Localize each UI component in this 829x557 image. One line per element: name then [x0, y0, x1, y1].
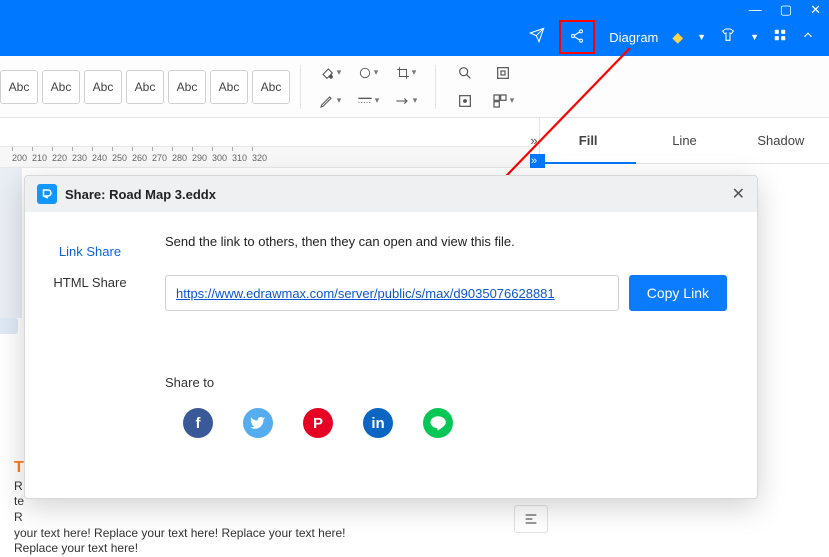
theme-swatch[interactable]: Abc — [168, 70, 206, 104]
theme-swatch[interactable]: Abc — [42, 70, 80, 104]
theme-swatch[interactable]: Abc — [84, 70, 122, 104]
title-toolbar: Diagram ◆ ▼ ▼ — [529, 20, 815, 54]
paint-tools-group: ▾ ▾ ▾ ▾ ▾ ▾ — [311, 59, 425, 115]
dialog-main: Send the link to others, then they can o… — [155, 212, 757, 498]
canvas-left-shade — [0, 168, 22, 318]
copy-link-button[interactable]: Copy Link — [629, 275, 727, 311]
share-dialog: Share: Road Map 3.eddx ✕ Link Share HTML… — [24, 175, 758, 499]
tab-fill[interactable]: Fill — [540, 118, 636, 164]
ruler-tick: 320 — [252, 147, 272, 163]
diagram-label[interactable]: Diagram — [609, 30, 658, 45]
tab-line[interactable]: Line — [636, 118, 732, 164]
line-style-icon[interactable]: ▾ — [355, 89, 381, 113]
ruler-tick: 220 — [52, 147, 72, 163]
frame-icon[interactable] — [452, 89, 478, 113]
app-icon — [37, 184, 57, 204]
ruler-tick: 250 — [112, 147, 132, 163]
send-icon[interactable] — [529, 27, 545, 47]
style-theme-group: Abc Abc Abc Abc Abc Abc Abc — [0, 70, 290, 104]
theme-swatch[interactable]: Abc — [252, 70, 290, 104]
fill-bucket-icon[interactable]: ▾ — [317, 61, 343, 85]
sample-line: te — [14, 494, 24, 508]
ruler-tick: 300 — [212, 147, 232, 163]
canvas-edge-tab[interactable] — [0, 318, 18, 334]
ruler-tick: 290 — [192, 147, 212, 163]
minimize-button[interactable]: — — [749, 2, 762, 18]
share-to-label: Share to — [165, 375, 727, 390]
layout-grid-icon[interactable]: ▾ — [490, 89, 516, 113]
theme-swatch[interactable]: Abc — [210, 70, 248, 104]
social-row: f P in — [165, 408, 727, 438]
sample-line: R — [14, 479, 23, 493]
pen-tool-icon[interactable]: ▾ — [317, 89, 343, 113]
sample-line: R — [14, 510, 23, 524]
tshirt-dropdown-icon[interactable]: ▼ — [750, 32, 759, 42]
separator — [435, 65, 436, 109]
focus-rect-icon[interactable] — [490, 61, 516, 85]
orange-heading: T — [14, 459, 24, 476]
ruler-tick: 230 — [72, 147, 92, 163]
search-icon[interactable] — [452, 61, 478, 85]
dialog-titlebar: Share: Road Map 3.eddx ✕ — [25, 176, 757, 212]
ruler-tick: 240 — [92, 147, 112, 163]
instruction-text: Send the link to others, then they can o… — [165, 234, 727, 249]
tab-shadow[interactable]: Shadow — [733, 118, 829, 164]
premium-icon[interactable]: ◆ — [672, 29, 683, 46]
twitter-icon[interactable] — [243, 408, 273, 438]
maximize-button[interactable]: ▢ — [780, 2, 792, 18]
sidebar-item-html-share[interactable]: HTML Share — [35, 267, 145, 298]
view-tools-group: ▾ — [446, 59, 522, 115]
crop-tool-icon[interactable]: ▾ — [393, 61, 419, 85]
dialog-title: Share: Road Map 3.eddx — [65, 187, 216, 202]
ruler-tick: 270 — [152, 147, 172, 163]
theme-swatch[interactable]: Abc — [126, 70, 164, 104]
share-icon[interactable] — [559, 20, 595, 54]
diagram-dropdown-icon[interactable]: ▼ — [697, 32, 706, 42]
dock-align-icon[interactable] — [514, 505, 548, 533]
ruler-tick: 210 — [32, 147, 52, 163]
chevron-right-icon[interactable]: » — [530, 133, 537, 148]
close-window-button[interactable]: ✕ — [810, 2, 821, 18]
ruler-tick: 280 — [172, 147, 192, 163]
facebook-icon[interactable]: f — [183, 408, 213, 438]
horizontal-ruler: 200 210 220 230 240 250 260 270 280 290 … — [0, 146, 530, 168]
ruler-tick: 310 — [232, 147, 252, 163]
share-link-input[interactable] — [165, 275, 619, 311]
line-icon[interactable] — [423, 408, 453, 438]
chevron-up-icon[interactable] — [801, 28, 815, 46]
dialog-sidebar: Link Share HTML Share — [25, 212, 155, 498]
properties-tabs: Fill Line Shadow — [539, 118, 829, 164]
apps-grid-icon[interactable] — [773, 28, 787, 46]
arrow-style-icon[interactable]: ▾ — [393, 89, 419, 113]
sidebar-item-link-share[interactable]: Link Share — [35, 236, 145, 267]
sample-paragraph: your text here! Replace your text here! … — [14, 526, 346, 556]
pinterest-icon[interactable]: P — [303, 408, 333, 438]
ruler-tick: 260 — [132, 147, 152, 163]
separator — [300, 65, 301, 109]
ruler-tick: 200 — [12, 147, 32, 163]
dialog-close-button[interactable]: ✕ — [732, 184, 745, 204]
window-controls: — ▢ ✕ — [749, 2, 821, 18]
linkedin-icon[interactable]: in — [363, 408, 393, 438]
title-bar: — ▢ ✕ Diagram ◆ ▼ ▼ — [0, 0, 829, 56]
tshirt-icon[interactable] — [720, 27, 736, 47]
theme-swatch[interactable]: Abc — [0, 70, 38, 104]
shape-tool-icon[interactable]: ▾ — [355, 61, 381, 85]
ribbon: Abc Abc Abc Abc Abc Abc Abc ▾ ▾ ▾ ▾ ▾ ▾ … — [0, 56, 829, 118]
